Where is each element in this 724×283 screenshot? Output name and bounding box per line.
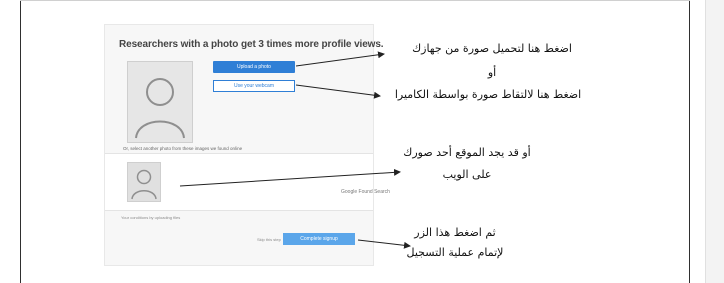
signup-photo-card: Researchers with a photo get 3 times mor… xyxy=(104,24,390,266)
google-found-search-label: Google Found Search xyxy=(341,189,390,195)
use-webcam-button[interactable]: Use your webcam xyxy=(213,80,295,92)
top-divider xyxy=(20,0,690,1)
card-headline: Researchers with a photo get 3 times mor… xyxy=(119,39,384,50)
user-silhouette-icon xyxy=(135,78,185,139)
found-photo-thumbnail[interactable] xyxy=(127,162,161,202)
webcam-annotation: اضغط هنا لالتقاط صورة بواسطة الكاميرا xyxy=(394,88,582,101)
complete-signup-button[interactable]: Complete signup xyxy=(283,233,355,245)
web-photo-annotation-line2: على الويب xyxy=(442,168,492,181)
upload-photo-button[interactable]: Upload a photo xyxy=(213,61,295,73)
signup-annotation-line2: لإتمام عملية التسجيل xyxy=(406,246,504,259)
skip-step-link[interactable]: Skip this step xyxy=(257,237,281,242)
user-silhouette-small-icon xyxy=(131,169,157,200)
avatar-placeholder-large xyxy=(127,61,193,143)
right-scroll-gutter xyxy=(705,0,724,283)
upload-annotation: اضغط هنا لتحميل صورة من جهازك xyxy=(412,42,572,55)
web-photo-annotation-line1: أو قد يجد الموقع أحد صورك xyxy=(403,146,531,159)
or-annotation: أو xyxy=(487,66,497,79)
terms-text: Your conditions by uploading files xyxy=(121,215,181,220)
signup-annotation-line1: ثم اضغط هذا الزر xyxy=(414,226,496,239)
select-found-photo-text: Or, select another photo from these imag… xyxy=(123,146,243,151)
